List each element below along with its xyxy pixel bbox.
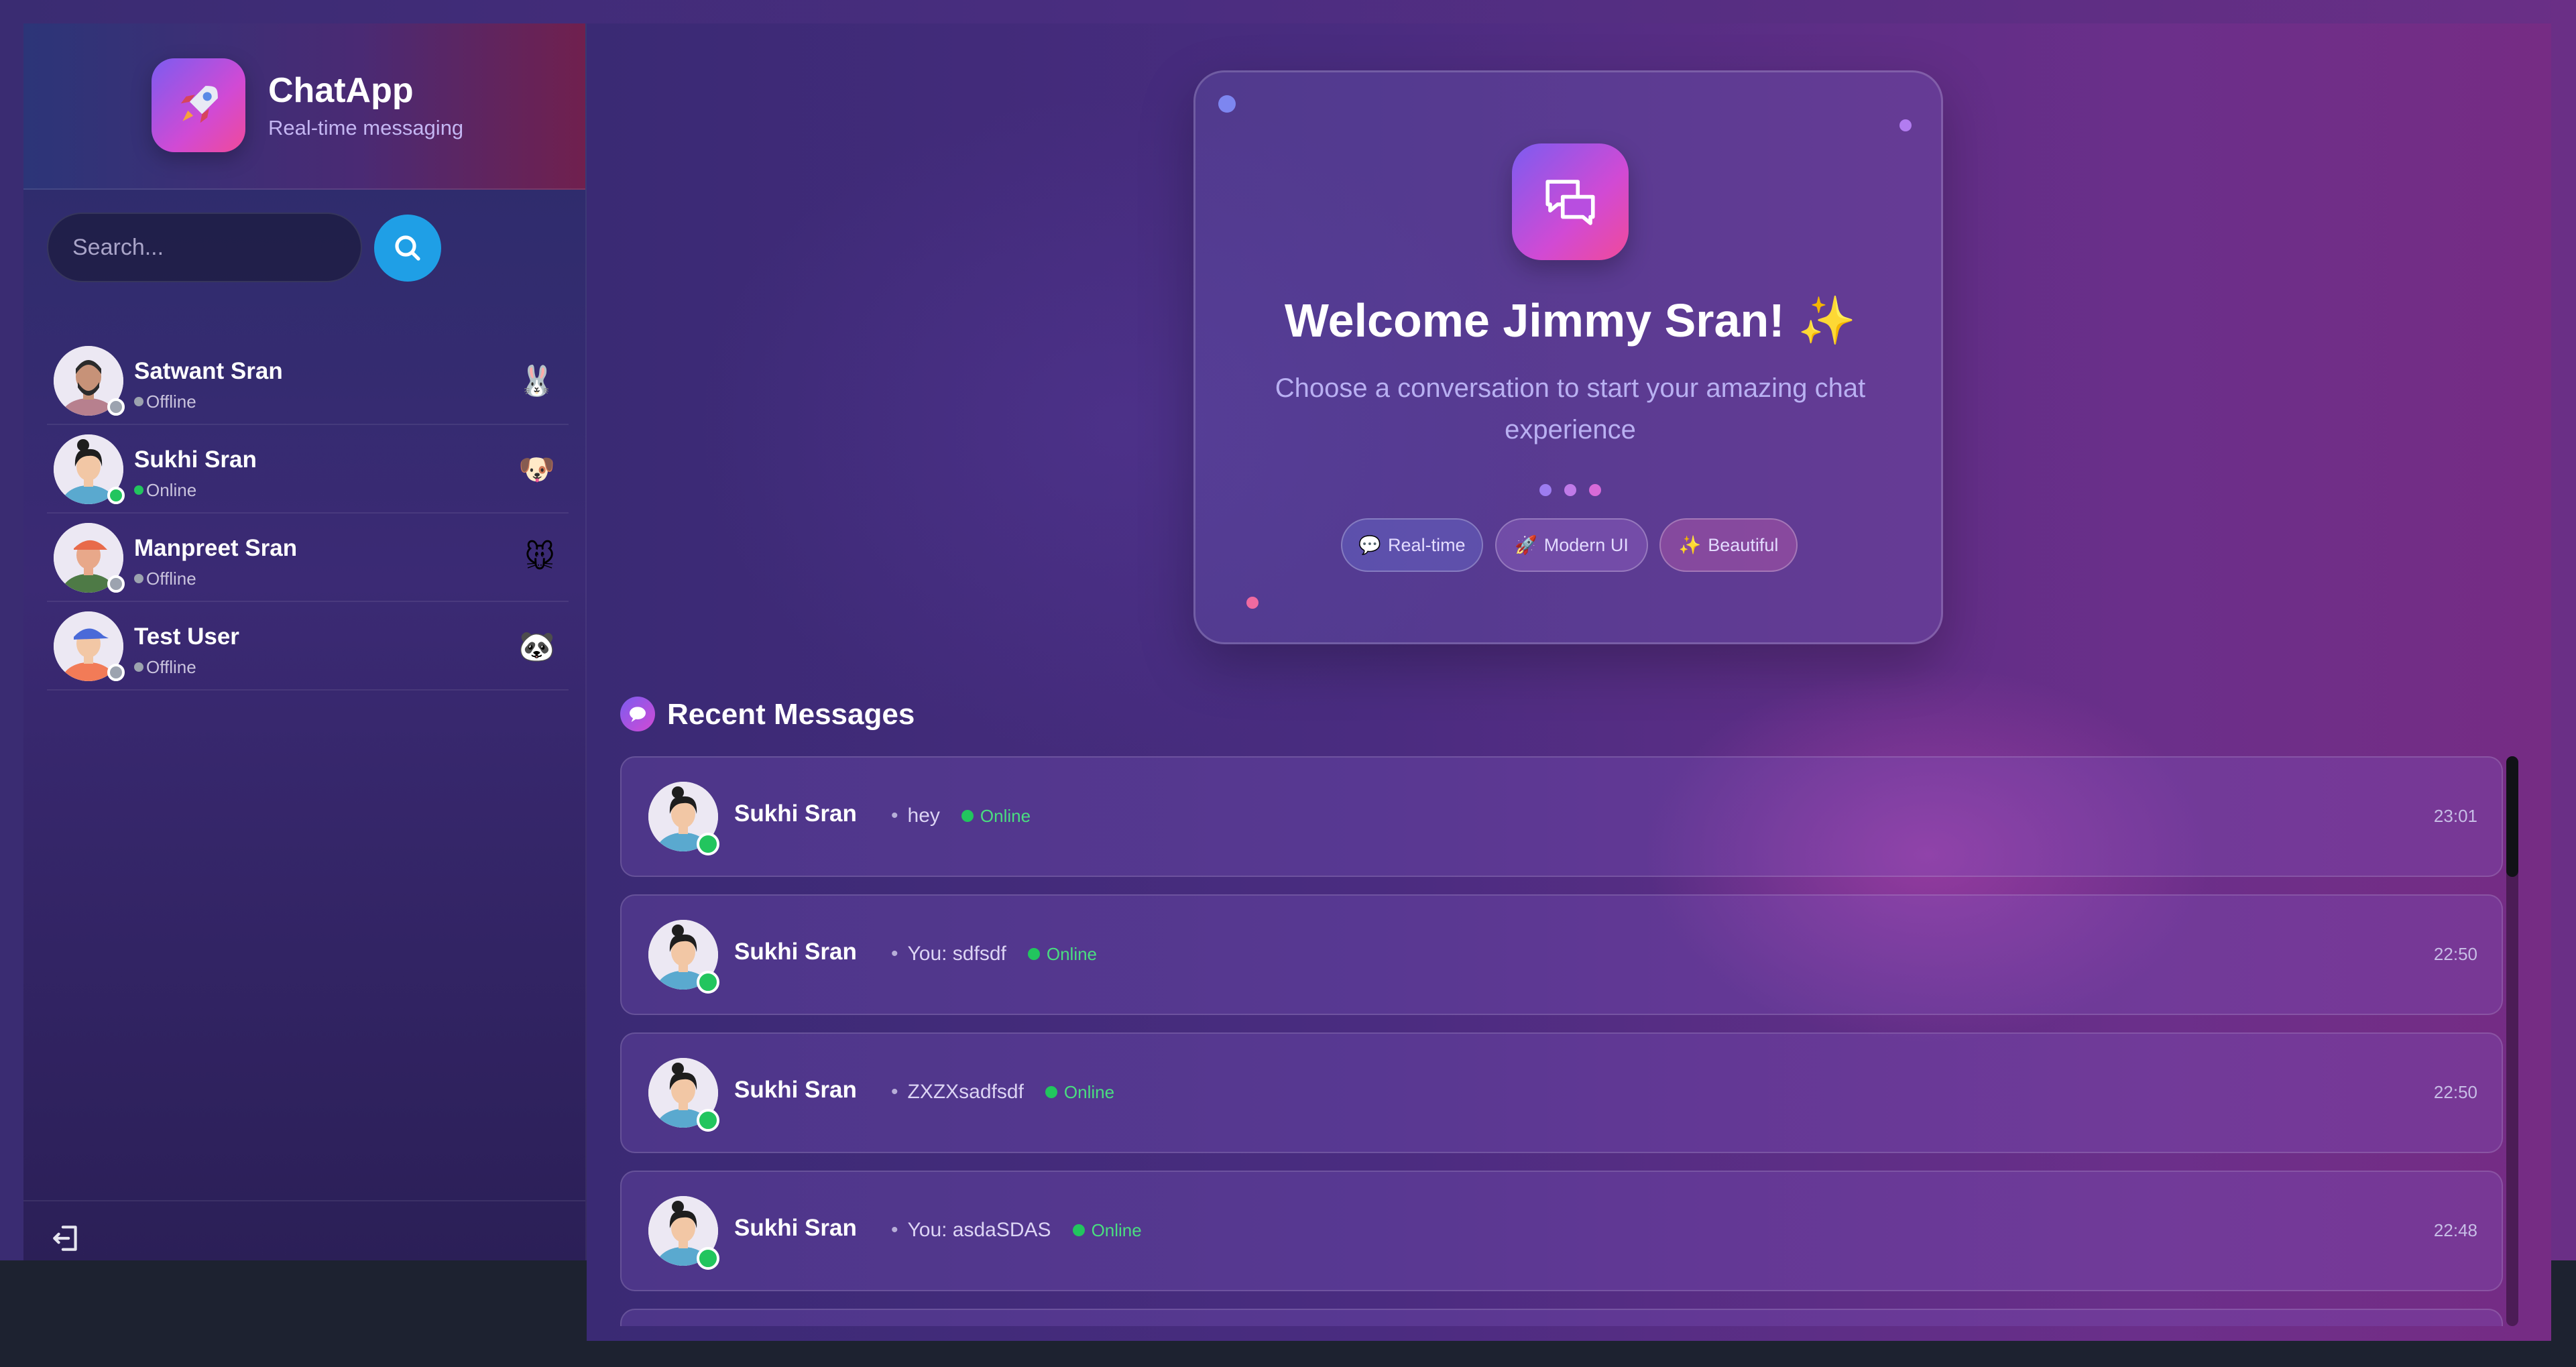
user-item[interactable]: Satwant Sran Offline 🐰 xyxy=(47,337,569,425)
chip-label: Modern UI xyxy=(1543,534,1629,555)
online-badge: Online xyxy=(1045,1082,1114,1103)
message-time: 22:50 xyxy=(2433,1082,2477,1102)
message-preview: hey xyxy=(907,805,940,827)
search-button[interactable] xyxy=(374,215,441,282)
message-row[interactable]: Sukhi Sran • ZXZXsadfsdf Online 22:50 xyxy=(620,1032,2503,1153)
chip-label: Beautiful xyxy=(1708,534,1779,555)
user-name: Satwant Sran xyxy=(134,358,283,384)
status-dot-icon xyxy=(134,574,143,583)
decor-dot xyxy=(1899,119,1912,131)
status-dot-icon xyxy=(134,397,143,406)
bunny-icon: 🐰 xyxy=(518,365,555,398)
user-name: Test User xyxy=(134,623,239,650)
status-dot-icon xyxy=(961,810,974,822)
scrollbar-thumb[interactable] xyxy=(2506,756,2518,877)
recent-messages-title: Recent Messages xyxy=(667,698,915,731)
status-dot-icon xyxy=(1045,1086,1057,1098)
main-panel: Welcome Jimmy Sran! ✨ Choose a conversat… xyxy=(587,23,2551,1341)
sidebar-header: ChatApp Real-time messaging xyxy=(23,23,585,190)
panda-icon: 🐼 xyxy=(518,630,555,663)
user-status: Offline xyxy=(146,392,196,412)
speech-bubble-icon xyxy=(620,697,655,731)
status-dot-icon xyxy=(134,662,143,672)
search-input[interactable] xyxy=(47,213,362,282)
online-badge: Online xyxy=(961,806,1031,827)
mouse-icon: 🐭 xyxy=(524,541,555,574)
welcome-title: Welcome Jimmy Sran! ✨ xyxy=(1284,294,1857,347)
status-indicator xyxy=(697,1247,719,1270)
app-subtitle: Real-time messaging xyxy=(268,116,464,139)
status-indicator xyxy=(107,487,125,504)
message-row[interactable]: Sukhi Sran • hey Online 23:01 xyxy=(620,756,2503,877)
status-indicator xyxy=(697,1109,719,1132)
message-line: • hey Online xyxy=(891,805,1031,827)
message-line: • You: asdaSDAS Online xyxy=(891,1219,1142,1242)
status-dot-icon xyxy=(1072,1224,1085,1236)
user-status: Offline xyxy=(146,569,196,589)
messages-scrollbar[interactable] xyxy=(2506,756,2518,1326)
message-preview: You: sdfsdf xyxy=(907,943,1006,965)
status-indicator xyxy=(107,575,125,593)
user-item[interactable]: Manpreet Sran Offline 🐭 xyxy=(47,514,569,602)
separator: • xyxy=(891,805,898,827)
message-row[interactable] xyxy=(620,1309,2503,1326)
status-indicator xyxy=(697,833,719,855)
search-icon xyxy=(395,235,420,261)
separator: • xyxy=(891,1219,898,1241)
user-name: Sukhi Sran xyxy=(134,447,257,473)
message-sender: Sukhi Sran xyxy=(734,1215,857,1241)
message-row[interactable]: Sukhi Sran • You: asdaSDAS Online 22:48 xyxy=(620,1171,2503,1291)
app-title: ChatApp xyxy=(268,71,414,110)
decor-dot xyxy=(1246,597,1258,609)
sidebar: ChatApp Real-time messaging Satwant Sran xyxy=(23,23,587,1260)
message-preview: ZXZXsadfsdf xyxy=(907,1081,1024,1103)
user-name: Manpreet Sran xyxy=(134,535,298,561)
online-badge: Online xyxy=(1027,944,1097,965)
rocket-icon: 🚀 xyxy=(1515,535,1537,555)
logout-icon[interactable] xyxy=(49,1222,82,1255)
message-preview: You: asdaSDAS xyxy=(907,1219,1051,1241)
user-status: Online xyxy=(146,480,197,500)
message-line: • You: sdfsdf Online xyxy=(891,943,1097,965)
status-indicator xyxy=(107,664,125,681)
separator: • xyxy=(891,943,898,965)
message-sender: Sukhi Sran xyxy=(734,1077,857,1103)
chip-beautiful: ✨ Beautiful xyxy=(1659,518,1798,572)
chip-modern-ui: 🚀 Modern UI xyxy=(1495,518,1648,572)
loading-dots xyxy=(1539,484,1601,497)
recent-messages-list: Sukhi Sran • hey Online 23:01 Sukhi Sran… xyxy=(620,756,2503,1326)
message-row[interactable]: Sukhi Sran • You: sdfsdf Online 22:50 xyxy=(620,894,2503,1015)
rocket-icon xyxy=(152,58,245,152)
message-time: 23:01 xyxy=(2433,806,2477,826)
decor-dot xyxy=(1218,95,1236,113)
chip-label: Real-time xyxy=(1388,534,1466,555)
separator: • xyxy=(891,1081,898,1103)
message-sender: Sukhi Sran xyxy=(734,939,857,965)
status-dot-icon xyxy=(134,485,143,495)
welcome-card: Welcome Jimmy Sran! ✨ Choose a conversat… xyxy=(1193,70,1943,644)
message-time: 22:48 xyxy=(2433,1220,2477,1240)
user-item[interactable]: Test User Offline 🐼 xyxy=(47,602,569,691)
speech-bubble-icon: 💬 xyxy=(1358,535,1382,555)
chat-bubbles-icon xyxy=(1512,143,1629,260)
message-time: 22:50 xyxy=(2433,944,2477,964)
dog-icon: 🐶 xyxy=(518,453,555,486)
sidebar-footer xyxy=(23,1200,585,1262)
user-list: Satwant Sran Offline 🐰 Sukhi Sran Online xyxy=(47,337,569,691)
message-sender: Sukhi Sran xyxy=(734,800,857,827)
status-indicator xyxy=(107,398,125,416)
welcome-subtitle: Choose a conversation to start your amaz… xyxy=(1275,373,1866,444)
status-indicator xyxy=(697,971,719,994)
feature-chips: 💬 Real-time 🚀 Modern UI ✨ Beautiful xyxy=(1341,518,1804,575)
chip-realtime: 💬 Real-time xyxy=(1341,518,1483,572)
sparkles-icon: ✨ xyxy=(1678,535,1702,555)
online-badge: Online xyxy=(1072,1220,1142,1241)
user-status: Offline xyxy=(146,657,196,677)
message-line: • ZXZXsadfsdf Online xyxy=(891,1081,1114,1104)
user-item[interactable]: Sukhi Sran Online 🐶 xyxy=(47,425,569,514)
status-dot-icon xyxy=(1027,948,1040,960)
